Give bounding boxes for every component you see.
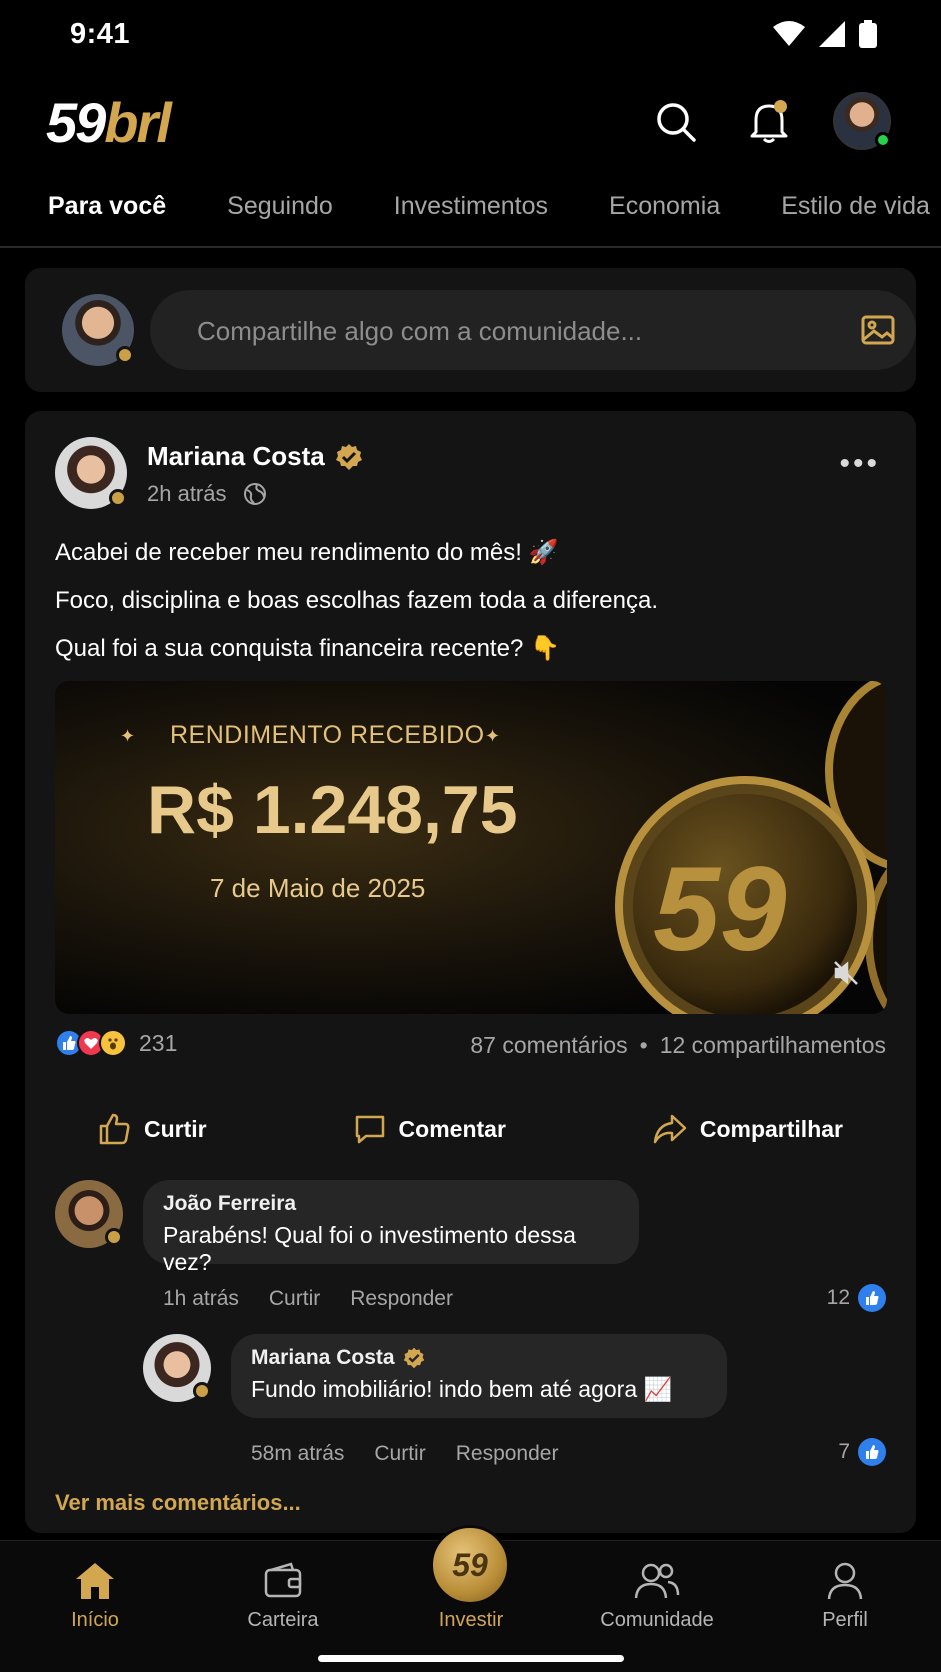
share-icon	[653, 1114, 687, 1144]
comment-time: 1h atrás	[163, 1287, 239, 1310]
post-composer: Compartilhe algo com a comunidade...	[25, 268, 916, 392]
comments-count[interactable]: 87 comentários	[470, 1032, 627, 1059]
coin-badge-icon	[193, 1382, 211, 1400]
post-meta: 2h atrás	[147, 481, 267, 507]
media-amount: R$ 1.248,75	[147, 772, 518, 848]
wifi-icon	[773, 21, 805, 46]
shares-count[interactable]: 12 compartilhamentos	[660, 1032, 886, 1059]
post-author[interactable]: Mariana Costa	[147, 441, 363, 472]
search-icon	[657, 103, 696, 142]
profile-avatar[interactable]	[833, 92, 891, 150]
sparkle-icon: ✦	[120, 726, 136, 746]
online-indicator	[875, 132, 891, 148]
app-header: 59brl	[0, 80, 941, 160]
nav-profile[interactable]: Perfil	[770, 1555, 920, 1632]
community-icon	[634, 1563, 680, 1599]
comment-bubble: João Ferreira Parabéns! Qual foi o inves…	[143, 1180, 639, 1275]
comment-likes: 12	[827, 1284, 886, 1312]
sparkle-icon: ✦	[485, 726, 501, 746]
status-bar: 9:41	[0, 0, 941, 72]
wow-reaction-icon	[99, 1029, 127, 1057]
wallet-icon	[264, 1562, 302, 1598]
comment-text: Fundo imobiliário! indo bem até agora 📈	[251, 1376, 673, 1402]
commenter-name[interactable]: Mariana Costa	[251, 1346, 707, 1370]
home-icon	[76, 1563, 114, 1599]
globe-icon	[243, 483, 266, 505]
status-time: 9:41	[70, 18, 131, 50]
commenter-avatar[interactable]	[143, 1334, 211, 1402]
media-kicker: RENDIMENTO RECEBIDO	[170, 721, 485, 749]
post-time: 2h atrás	[147, 481, 227, 506]
post-text: Acabei de receber meu rendimento do mês!…	[55, 539, 659, 662]
engagement-counts: 87 comentários • 12 compartilhamentos	[470, 1032, 886, 1059]
composer-input[interactable]: Compartilhe algo com a comunidade...	[150, 290, 916, 370]
commenter-name[interactable]: João Ferreira	[163, 1192, 619, 1216]
tab-para-voce[interactable]: Para você	[48, 180, 166, 246]
nav-community[interactable]: Comunidade	[582, 1555, 732, 1632]
coin-badge-icon	[116, 346, 134, 364]
coin-badge-icon	[109, 489, 127, 507]
comment-time: 58m atrás	[251, 1442, 345, 1465]
nav-home[interactable]: Início	[20, 1555, 170, 1632]
comment-reply-button[interactable]: Responder	[350, 1287, 453, 1311]
image-icon[interactable]	[860, 312, 896, 348]
bottom-nav: Início Carteira Investir 59 Comunidade P…	[0, 1525, 941, 1672]
reaction-count: 231	[139, 1029, 178, 1056]
notification-dot	[774, 100, 787, 113]
mute-icon[interactable]	[833, 960, 859, 986]
search-button[interactable]	[648, 94, 704, 150]
thumbs-up-icon	[99, 1113, 130, 1145]
comment-reply-button[interactable]: Responder	[456, 1442, 559, 1466]
feed-tabs: Para você Seguindo Investimentos Economi…	[0, 180, 941, 248]
commenter-avatar[interactable]	[55, 1180, 123, 1248]
post-author-avatar[interactable]	[55, 437, 127, 509]
comment-button[interactable]: Comentar	[353, 1101, 506, 1157]
more-options-icon[interactable]: •••	[839, 447, 880, 481]
signal-icon	[819, 21, 845, 47]
tab-investimentos[interactable]: Investimentos	[394, 180, 548, 246]
post-actions: Curtir Comentar Compartilhar	[25, 1101, 916, 1157]
invest-fab-button[interactable]: 59	[430, 1525, 510, 1605]
see-more-comments-link[interactable]: Ver mais comentários...	[55, 1490, 301, 1516]
like-button[interactable]: Curtir	[98, 1101, 207, 1157]
home-indicator	[318, 1655, 624, 1662]
coin-badge-icon	[105, 1228, 123, 1246]
profile-icon	[827, 1562, 863, 1600]
comment-like-button[interactable]: Curtir	[374, 1442, 425, 1466]
app-logo[interactable]: 59brl	[46, 90, 172, 155]
comment-bubble: Mariana Costa Fundo imobiliário! indo be…	[231, 1334, 727, 1418]
comment-meta: 1h atrás Curtir Responder	[163, 1287, 453, 1311]
comment-icon	[355, 1115, 384, 1144]
nav-wallet[interactable]: Carteira	[208, 1555, 358, 1632]
share-button[interactable]: Compartilhar	[652, 1101, 843, 1157]
media-date: 7 de Maio de 2025	[210, 873, 426, 903]
user-avatar[interactable]	[62, 294, 134, 366]
reactions-summary[interactable]: 231	[55, 1029, 177, 1057]
tab-economia[interactable]: Economia	[609, 180, 720, 246]
comment-meta: 58m atrás Curtir Responder	[251, 1442, 558, 1466]
post-media[interactable]: ✦ ✦ RENDIMENTO RECEBIDO R$ 1.248,75 7 de…	[55, 681, 887, 1014]
like-reaction-icon	[858, 1284, 886, 1312]
tab-estilo-de-vida[interactable]: Estilo de vida	[781, 180, 930, 246]
comment-likes: 7	[838, 1438, 886, 1466]
comment-like-button[interactable]: Curtir	[269, 1287, 320, 1311]
verified-icon	[335, 443, 362, 470]
like-reaction-icon	[858, 1438, 886, 1466]
tab-seguindo[interactable]: Seguindo	[227, 180, 333, 246]
battery-icon	[859, 20, 877, 48]
verified-icon	[403, 1347, 424, 1369]
composer-placeholder: Compartilhe algo com a comunidade...	[197, 316, 643, 346]
comment-text: Parabéns! Qual foi o investimento dessa …	[163, 1222, 576, 1275]
post-card: Mariana Costa 2h atrás ••• Acabei de rec…	[25, 411, 916, 1533]
notifications-button[interactable]	[741, 94, 797, 150]
